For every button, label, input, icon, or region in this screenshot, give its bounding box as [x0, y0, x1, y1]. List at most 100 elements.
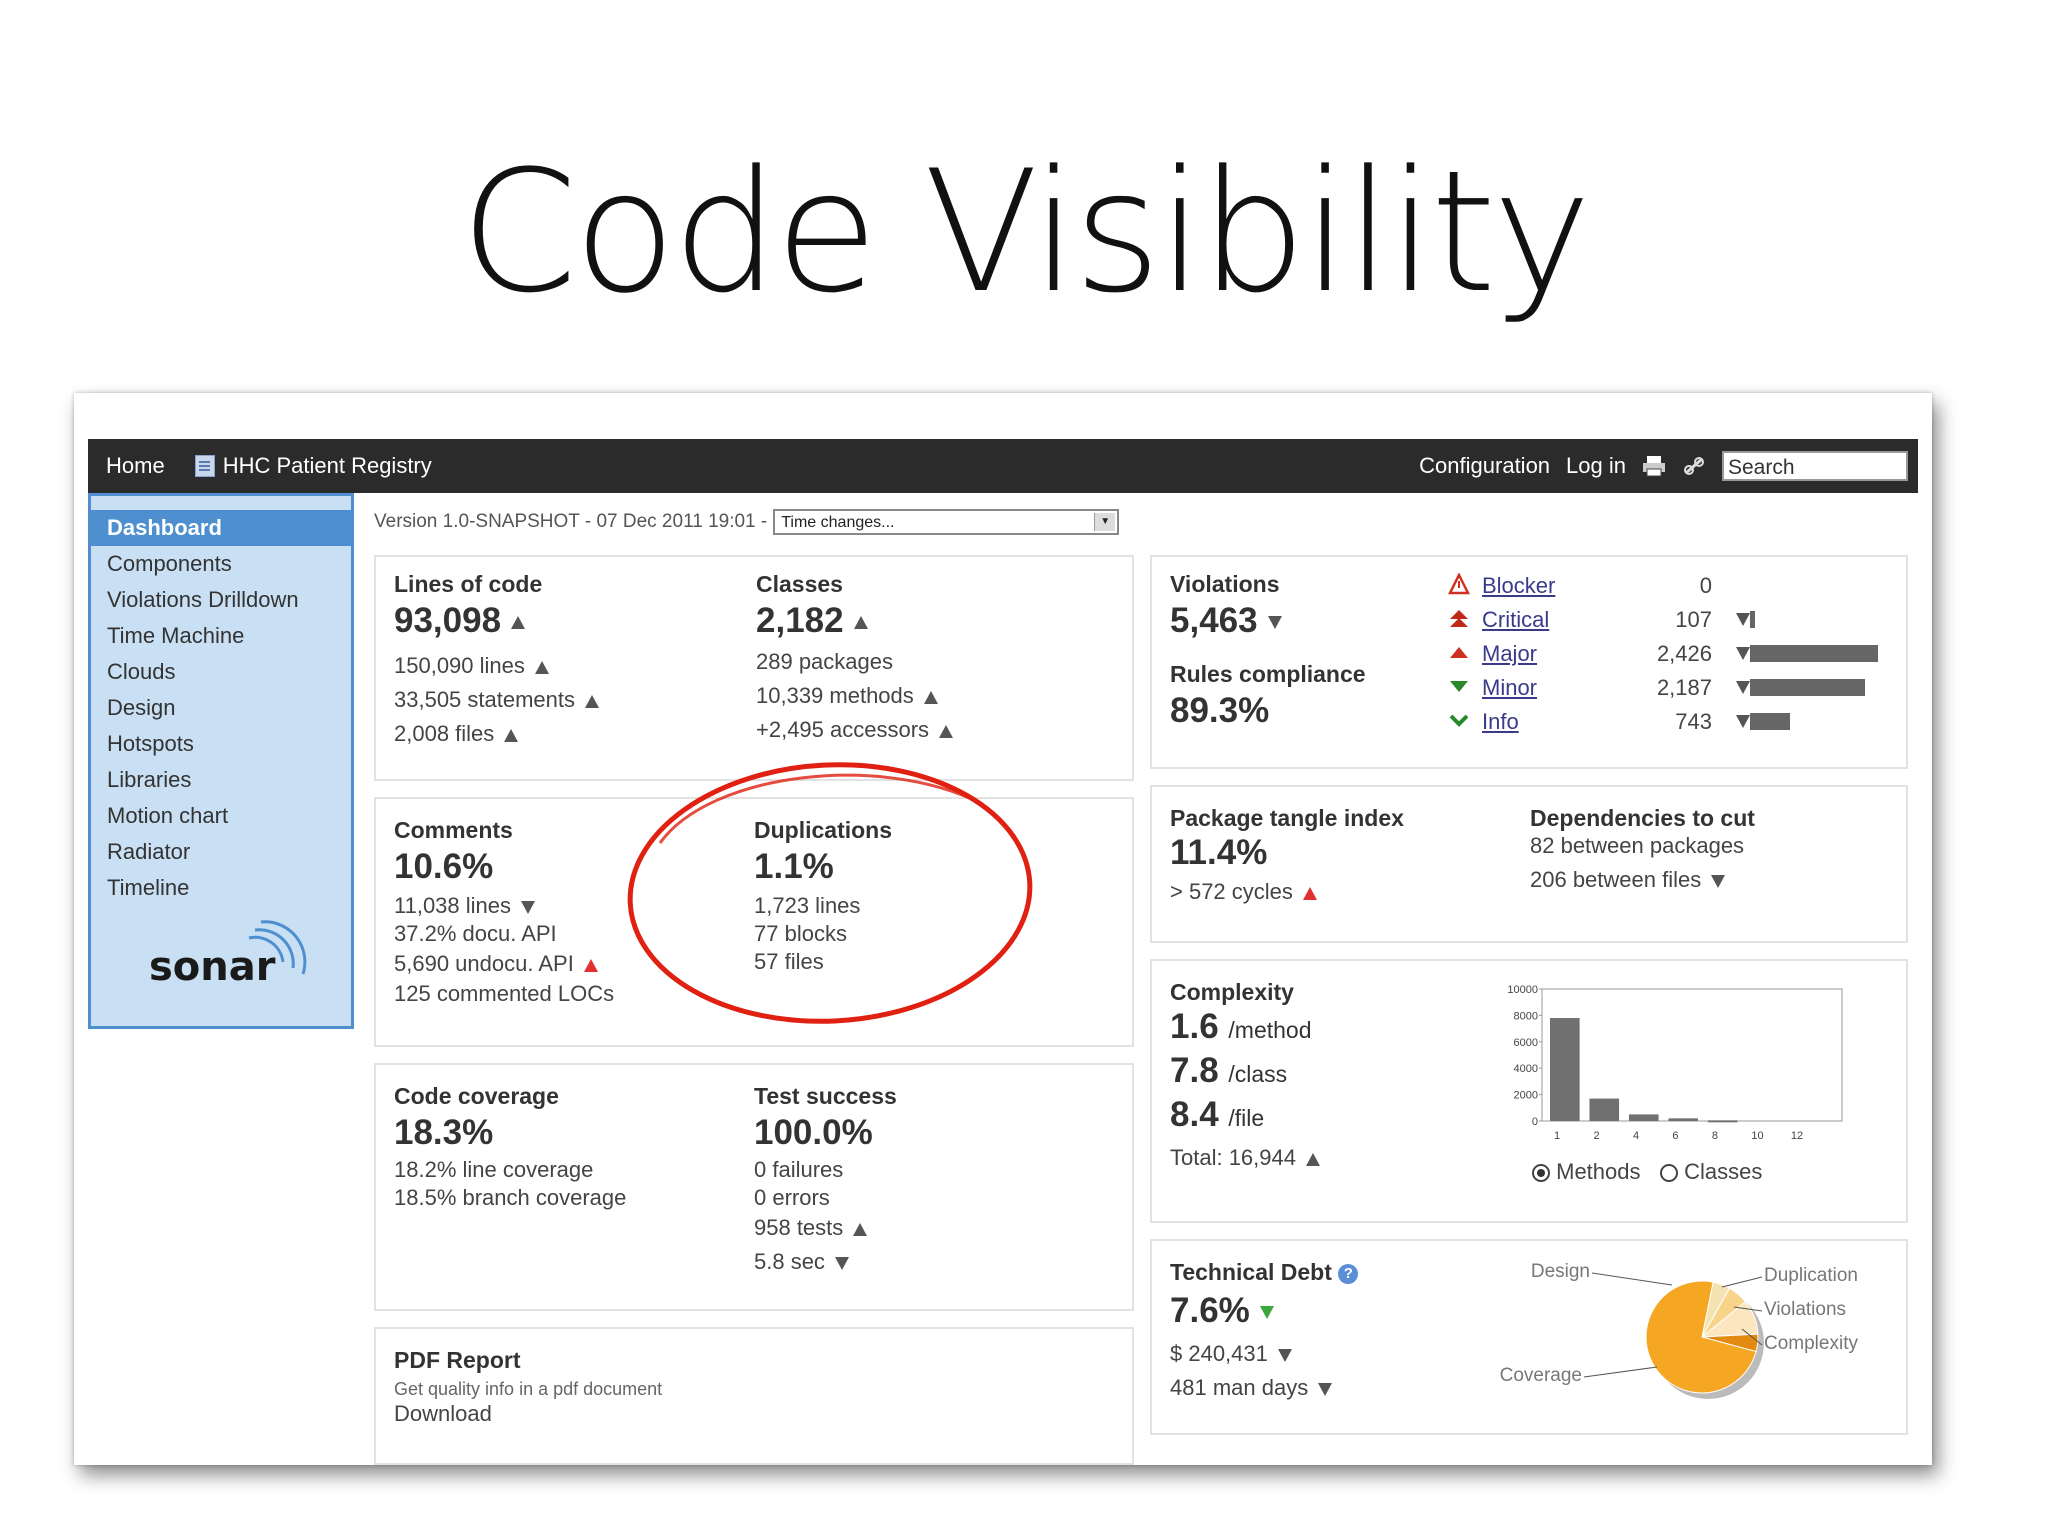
severity-bar-critical [1750, 611, 1756, 628]
major-count: 2,426 [1656, 641, 1712, 666]
bar [1668, 1118, 1699, 1121]
debt-days: 481 man days [1170, 1375, 1333, 1401]
size-widget: Lines of code 93,098 150,090 lines 33,50… [374, 555, 1134, 781]
x-tick-label: 8 [1712, 1130, 1718, 1142]
trend-down-icon [1736, 681, 1750, 694]
pdf-download-link[interactable]: Download [394, 1401, 492, 1427]
permalink-icon[interactable] [1682, 455, 1706, 477]
technical-debt-pie-chart: Design Duplication Violations Complexity Cov… [1500, 1261, 1858, 1399]
test-success-label: Test success [754, 1083, 897, 1109]
comments-value: 10.6% [394, 847, 494, 886]
project-icon [194, 455, 215, 477]
time-changes-select[interactable]: Time changes... ▼ [773, 509, 1120, 535]
project-link[interactable]: HHC Patient Registry [194, 453, 432, 479]
undocu-api: 5,690 undocu. API [394, 951, 598, 977]
sidebar-item-hotspots[interactable]: Hotspots [91, 726, 351, 762]
tangle-value: 11.4% [1170, 833, 1268, 872]
leader-line [1591, 1272, 1673, 1286]
trend-down-icon [521, 900, 536, 914]
trend-up-icon [939, 724, 954, 738]
blocker-count: 0 [1699, 573, 1712, 598]
sidebar-item-timeline[interactable]: Timeline [91, 870, 351, 906]
severity-bar-minor [1750, 679, 1866, 696]
chevron-down-icon[interactable]: ▼ [1094, 513, 1116, 531]
severity-bar-info [1750, 713, 1790, 730]
pdf-report-label: PDF Report [394, 1347, 521, 1373]
info-count: 743 [1675, 709, 1712, 734]
trend-up-red-icon [1302, 886, 1317, 900]
duplications-value: 1.1% [754, 847, 834, 886]
top-navigation-bar: Home HHC Patient Registry Configuration … [88, 439, 1918, 493]
complexity-widget: Complexity 1.6 /method 7.8 /class 8.4 /f… [1150, 959, 1908, 1223]
login-link[interactable]: Log in [1566, 453, 1626, 479]
classes-value: 2,182 [756, 601, 868, 641]
minor-icon [1450, 681, 1468, 692]
printer-icon[interactable] [1642, 455, 1666, 477]
sonar-dashboard-screenshot: Home HHC Patient Registry Configuration … [74, 393, 1932, 1465]
coverage-label: Code coverage [394, 1083, 559, 1109]
radio-methods[interactable]: Methods [1532, 1159, 1641, 1185]
trend-down-icon [1736, 715, 1750, 728]
sidebar-item-dashboard[interactable]: Dashboard [91, 510, 351, 546]
severity-major-link[interactable]: Major [1482, 641, 1537, 667]
coverage-value: 18.3% [394, 1113, 494, 1152]
trend-up-icon [585, 694, 600, 708]
trend-down-icon [1277, 1348, 1292, 1362]
commented-locs: 125 commented LOCs [394, 981, 615, 1006]
pie-label-complexity: Complexity [1764, 1333, 1858, 1354]
time-changes-value: Time changes... [781, 514, 895, 531]
radio-selected-icon [1532, 1164, 1550, 1183]
deps-between-packages: 82 between packages [1530, 833, 1745, 858]
complexity-per-file: 8.4 /file [1170, 1095, 1265, 1134]
pdf-report-widget: PDF Report Get quality info in a pdf doc… [374, 1327, 1134, 1465]
severity-minor-link[interactable]: Minor [1482, 675, 1537, 701]
violations-label: Violations [1170, 571, 1280, 597]
severity-critical-link[interactable]: Critical [1482, 607, 1549, 633]
leader-line [1583, 1366, 1658, 1378]
y-tick-label: 6000 [1514, 1037, 1538, 1049]
sidebar-item-motion-chart[interactable]: Motion chart [91, 798, 351, 834]
sidebar-item-violations-drilldown[interactable]: Violations Drilldown [91, 582, 351, 618]
configuration-link[interactable]: Configuration [1419, 453, 1550, 479]
docu-api: 37.2% docu. API [394, 921, 557, 946]
leader-line [1721, 1276, 1763, 1288]
loc-label: Lines of code [394, 571, 543, 597]
severity-info-link[interactable]: Info [1482, 709, 1519, 735]
critical-icon [1450, 610, 1468, 627]
trend-down-icon [1711, 874, 1726, 888]
home-link[interactable]: Home [106, 453, 165, 479]
x-tick-label: 4 [1633, 1130, 1639, 1142]
branch-coverage: 18.5% branch coverage [394, 1185, 627, 1210]
slide-title: Code Visibility [460, 134, 1592, 330]
tangle-label: Package tangle index [1170, 805, 1404, 831]
sidebar-item-libraries[interactable]: Libraries [91, 762, 351, 798]
trend-up-icon [1305, 1152, 1320, 1166]
radio-classes[interactable]: Classes [1660, 1159, 1762, 1185]
search-input[interactable]: Search [1722, 451, 1908, 481]
x-tick-label: 10 [1751, 1130, 1763, 1142]
methods-count: 10,339 methods [756, 683, 938, 709]
trend-up-icon [511, 616, 526, 630]
trend-up-icon [853, 616, 868, 630]
project-name: HHC Patient Registry [222, 453, 432, 478]
trend-down-green-icon [1259, 1306, 1274, 1320]
blocker-icon [1448, 573, 1470, 595]
help-icon[interactable]: ? [1338, 1263, 1359, 1284]
sidebar-item-design[interactable]: Design [91, 690, 351, 726]
deps-between-files: 206 between files [1530, 867, 1726, 893]
cycles-count: > 572 cycles [1170, 879, 1317, 905]
trend-up-icon [534, 660, 549, 674]
trend-down-icon [1736, 613, 1750, 626]
trend-up-icon [923, 690, 938, 704]
sidebar-item-time-machine[interactable]: Time Machine [91, 618, 351, 654]
line-coverage: 18.2% line coverage [394, 1157, 594, 1182]
coverage-tests-widget: Code coverage 18.3% 18.2% line coverage … [374, 1063, 1134, 1311]
debt-label: Technical Debt ? [1170, 1259, 1359, 1286]
sidebar-item-components[interactable]: Components [91, 546, 351, 582]
severity-blocker-link[interactable]: Blocker [1482, 573, 1555, 599]
tests-count: 958 tests [754, 1215, 868, 1241]
sidebar: Dashboard Components Violations Drilldow… [88, 493, 354, 1029]
sidebar-item-radiator[interactable]: Radiator [91, 834, 351, 870]
sidebar-item-clouds[interactable]: Clouds [91, 654, 351, 690]
statements-count: 33,505 statements [394, 687, 600, 713]
